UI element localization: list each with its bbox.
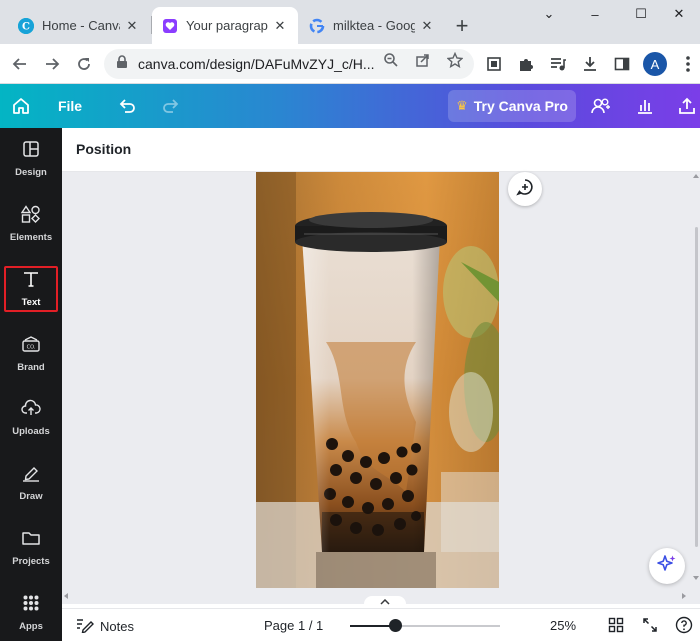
- insights-chart-icon[interactable]: [632, 93, 658, 119]
- url-text: canva.com/design/DAFuMvZYJ_c/H...: [138, 56, 375, 72]
- sidebar-item-label: Apps: [19, 621, 43, 632]
- zoom-slider-thumb[interactable]: [389, 619, 402, 632]
- position-button[interactable]: Position: [76, 141, 131, 157]
- back-arrow-icon[interactable]: [6, 50, 34, 78]
- tab-title: Your paragraph: [186, 18, 268, 33]
- notes-label: Notes: [100, 619, 134, 634]
- layout-icon: [22, 140, 40, 163]
- file-menu-button[interactable]: File: [54, 93, 86, 119]
- try-canva-pro-button[interactable]: ♛ Try Canva Pro: [448, 90, 576, 122]
- page-indicator[interactable]: Page 1 / 1: [264, 618, 323, 633]
- canva-header: File ♛ Try Canva Pro: [0, 84, 700, 128]
- share-people-icon[interactable]: [588, 93, 614, 119]
- tab-your-paragraph[interactable]: Your paragraph ✕: [152, 7, 298, 44]
- folder-icon: [21, 529, 41, 552]
- cloud-upload-icon: [21, 399, 41, 422]
- close-tab-icon[interactable]: ✕: [419, 18, 435, 34]
- shapes-icon: [20, 205, 41, 228]
- undo-icon[interactable]: [114, 93, 140, 119]
- new-tab-button[interactable]: +: [449, 13, 475, 39]
- add-comment-button[interactable]: [508, 172, 542, 206]
- help-icon[interactable]: [674, 615, 694, 635]
- forward-arrow-icon[interactable]: [38, 50, 66, 78]
- media-queue-icon[interactable]: [546, 52, 570, 76]
- fullscreen-icon[interactable]: [640, 615, 660, 635]
- profile-avatar[interactable]: A: [643, 52, 667, 76]
- screenshot-extension-icon[interactable]: [482, 52, 506, 76]
- editor-footer: Notes Page 1 / 1 25%: [62, 608, 700, 641]
- extensions-puzzle-icon[interactable]: [514, 52, 538, 76]
- grid-view-icon[interactable]: [606, 615, 626, 635]
- tab-milktea-google[interactable]: milktea - Goog ✕: [299, 7, 445, 44]
- sidebar-item-design[interactable]: Design: [4, 136, 58, 182]
- canva-icon: C: [18, 17, 34, 34]
- sidebar-item-label: Projects: [12, 556, 50, 567]
- close-tab-icon[interactable]: ✕: [272, 18, 288, 34]
- file-label: File: [57, 98, 83, 114]
- tab-title: milktea - Goog: [333, 18, 415, 33]
- sidebar-item-label: Elements: [9, 232, 53, 243]
- lock-icon: [116, 54, 128, 74]
- close-tab-icon[interactable]: ✕: [124, 18, 140, 34]
- try-pro-label: Try Canva Pro: [473, 98, 568, 114]
- sidebar-item-label: Uploads: [12, 426, 50, 437]
- home-icon[interactable]: [8, 93, 34, 119]
- reload-icon[interactable]: [70, 50, 98, 78]
- crown-icon: ♛: [456, 98, 468, 113]
- sidebar-item-elements[interactable]: Elements: [4, 201, 58, 247]
- zoom-level-readout[interactable]: 25%: [550, 618, 576, 633]
- download-icon[interactable]: [578, 52, 602, 76]
- comment-plus-icon: [515, 177, 535, 202]
- redo-icon[interactable]: [158, 93, 184, 119]
- notes-pencil-icon: [76, 617, 94, 636]
- side-panel-icon[interactable]: [610, 52, 634, 76]
- sidebar-item-text[interactable]: Text: [4, 266, 58, 312]
- context-toolbar: Position: [62, 128, 700, 172]
- notes-button[interactable]: Notes: [76, 617, 134, 636]
- google-icon: [309, 18, 325, 34]
- zoom-out-icon[interactable]: [382, 51, 400, 69]
- design-page-image[interactable]: [256, 172, 499, 588]
- zoom-slider[interactable]: [350, 619, 500, 632]
- sidebar-item-label: Design: [15, 167, 47, 178]
- apps-grid-icon: [22, 594, 40, 617]
- minimize-button[interactable]: –: [572, 0, 618, 28]
- magic-assistant-button[interactable]: [649, 548, 685, 584]
- show-pages-toggle[interactable]: [364, 596, 406, 608]
- canva-heart-icon: [162, 18, 178, 34]
- brand-kit-icon: CO.: [21, 335, 41, 358]
- left-sidebar: Design Elements Text CO. Brand Uploads D…: [0, 128, 62, 641]
- close-window-button[interactable]: ✕: [656, 0, 700, 28]
- browser-toolbar: canva.com/design/DAFuMvZYJ_c/H... A: [0, 44, 700, 84]
- sparkle-icon: [656, 553, 678, 580]
- browser-tab-strip: C Home - Canva ✕ Your paragraph ✕ milkte…: [0, 0, 700, 44]
- sidebar-item-label: Draw: [19, 491, 43, 502]
- chevron-down-icon[interactable]: ⌄: [526, 0, 572, 28]
- kebab-menu-icon[interactable]: [676, 52, 700, 76]
- pen-icon: [21, 464, 41, 487]
- svg-text:CO.: CO.: [27, 345, 36, 351]
- sidebar-item-label: Text: [21, 297, 41, 308]
- sidebar-item-draw[interactable]: Draw: [4, 460, 58, 506]
- sidebar-item-uploads[interactable]: Uploads: [4, 395, 58, 441]
- text-t-icon: [22, 270, 40, 293]
- share-icon[interactable]: [414, 51, 432, 69]
- sidebar-item-label: Brand: [17, 362, 45, 373]
- sidebar-item-apps[interactable]: Apps: [4, 590, 58, 636]
- chevron-up-icon: [380, 597, 390, 608]
- tab-home-canva[interactable]: C Home - Canva ✕: [8, 7, 150, 44]
- sidebar-item-projects[interactable]: Projects: [4, 525, 58, 571]
- sidebar-item-brand[interactable]: CO. Brand: [4, 331, 58, 377]
- svg-text:C: C: [22, 21, 30, 32]
- tab-title: Home - Canva: [42, 18, 120, 33]
- editor-workspace: [62, 172, 700, 604]
- upload-share-icon[interactable]: [674, 93, 700, 119]
- vertical-scrollbar[interactable]: [692, 172, 700, 604]
- bookmark-star-icon[interactable]: [446, 51, 464, 69]
